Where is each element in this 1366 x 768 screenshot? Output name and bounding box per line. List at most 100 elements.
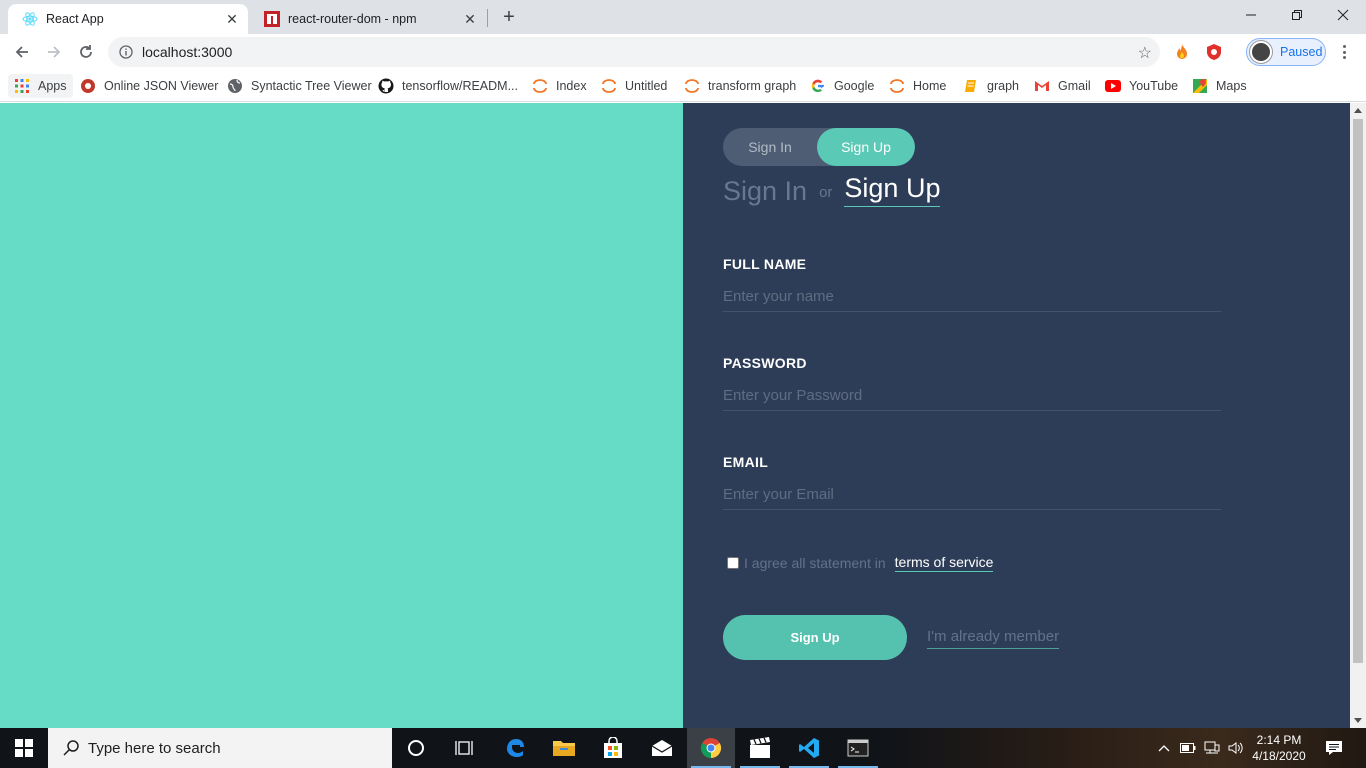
back-button[interactable] [10, 40, 34, 64]
reload-icon [80, 45, 92, 58]
battery-icon[interactable] [1180, 740, 1196, 756]
close-window-button[interactable] [1320, 0, 1366, 30]
heading-sign-up-link[interactable]: Sign Up [844, 173, 941, 207]
windows-logo-icon [15, 739, 33, 757]
password-field: PASSWORD [723, 355, 1221, 411]
new-tab-button[interactable]: + [496, 6, 522, 28]
tab-react-router-dom[interactable]: react-router-dom - npm ✕ [250, 4, 486, 34]
action-center-button[interactable] [1318, 728, 1350, 768]
bookmark-apps[interactable]: Apps [8, 74, 73, 98]
mail-app[interactable] [638, 728, 686, 768]
npm-icon [264, 11, 280, 27]
bookmark-label: Untitled [625, 79, 668, 93]
close-tab-icon[interactable]: ✕ [460, 9, 480, 29]
cortana-button[interactable] [392, 728, 440, 768]
chrome-app[interactable] [687, 728, 735, 768]
already-member-link[interactable]: I'm already member [927, 628, 1060, 649]
bookmark-gmail[interactable]: Gmail [1034, 74, 1091, 98]
notebook-icon [963, 78, 979, 94]
close-tab-icon[interactable]: ✕ [222, 9, 242, 29]
file-explorer-app[interactable] [540, 728, 588, 768]
cortana-icon [408, 740, 424, 756]
scrollbar-thumb[interactable] [1353, 119, 1363, 663]
heading-or: or [819, 184, 833, 201]
full-name-input[interactable] [723, 282, 1221, 312]
bookmark-star-icon[interactable]: ☆ [1138, 43, 1152, 63]
browser-toolbar: ☆ Paused [0, 34, 1366, 70]
bookmark-youtube[interactable]: YouTube [1105, 74, 1178, 98]
switch-sign-in-button[interactable]: Sign In [723, 128, 817, 166]
heading-sign-in-link[interactable]: Sign In [723, 176, 807, 207]
terminal-app[interactable] [834, 728, 882, 768]
bookmark-google[interactable]: Google [810, 74, 874, 98]
edge-app[interactable] [491, 728, 539, 768]
apps-grid-icon [14, 78, 30, 94]
jupyter-icon [889, 78, 905, 94]
bookmark-label: Google [834, 79, 875, 93]
clock-time: 2:14 PM [1256, 733, 1302, 747]
forward-button[interactable] [42, 40, 66, 64]
start-button[interactable] [0, 728, 48, 768]
full-name-label: FULL NAME [723, 256, 807, 272]
scroll-up-arrow-icon[interactable] [1354, 108, 1362, 113]
reload-button[interactable] [74, 40, 98, 64]
profile-button[interactable]: Paused [1246, 38, 1326, 66]
extension-flame-icon[interactable] [1173, 43, 1191, 61]
bookmark-label: transform graph [708, 79, 797, 93]
password-input[interactable] [723, 381, 1221, 411]
minimize-button[interactable] [1228, 0, 1274, 30]
bookmark-label: YouTube [1129, 79, 1179, 93]
sign-up-button[interactable]: Sign Up [723, 615, 907, 660]
bookmark-home[interactable]: Home [889, 74, 946, 98]
bookmark-maps[interactable]: Maps [1192, 74, 1247, 98]
bookmark-label: tensorflow/READM... [402, 79, 519, 93]
show-hidden-icons-chevron-icon[interactable] [1156, 740, 1172, 756]
chrome-icon [700, 738, 722, 759]
system-clock[interactable]: 2:14 PM 4/18/2020 [1244, 732, 1314, 764]
react-icon [22, 11, 38, 27]
terms-of-service-link[interactable]: terms of service [894, 554, 994, 572]
bookmark-online-json-viewer[interactable]: Online JSON Viewer [80, 74, 218, 98]
task-view-button[interactable] [440, 728, 488, 768]
vscode-app[interactable] [785, 728, 833, 768]
tab-react-app[interactable]: React App ✕ [8, 4, 248, 34]
page-scrollbar[interactable] [1350, 103, 1366, 728]
address-bar[interactable]: ☆ [108, 37, 1160, 67]
switch-sign-up-button[interactable]: Sign Up [817, 128, 915, 166]
url-input[interactable] [142, 44, 1042, 60]
agree-checkbox[interactable] [727, 557, 739, 569]
youtube-icon [1105, 78, 1121, 94]
bookmark-syntactic-tree-viewer[interactable]: Syntactic Tree Viewer [227, 74, 372, 98]
video-editor-app[interactable] [736, 728, 784, 768]
maps-icon [1192, 78, 1208, 94]
bookmark-untitled[interactable]: Untitled [601, 74, 667, 98]
forward-arrow-icon [48, 46, 61, 58]
bookmark-tensorflow-readme[interactable]: tensorflow/READM... [378, 74, 518, 98]
back-arrow-icon [15, 46, 28, 58]
taskbar-search-box[interactable]: Type here to search [48, 728, 392, 768]
network-icon[interactable] [1204, 740, 1220, 756]
store-app[interactable] [589, 728, 637, 768]
bookmark-graph[interactable]: graph [963, 74, 1019, 98]
search-icon [63, 740, 79, 756]
email-input[interactable] [723, 480, 1221, 510]
volume-icon[interactable] [1228, 740, 1244, 756]
tab-separator [487, 9, 488, 27]
bookmark-label: graph [987, 79, 1019, 93]
scroll-down-arrow-icon[interactable] [1354, 718, 1362, 723]
clapperboard-icon [750, 737, 770, 758]
edge-icon [507, 739, 524, 757]
bookmark-transform-graph[interactable]: transform graph [684, 74, 796, 98]
json-viewer-icon [80, 78, 96, 94]
bookmark-index[interactable]: Index [532, 74, 587, 98]
extension-shield-icon[interactable] [1205, 43, 1223, 61]
bookmark-label: Apps [38, 79, 67, 93]
info-icon[interactable] [118, 44, 134, 60]
page-content: Sign In Sign Up Sign In or Sign Up FULL … [0, 103, 1350, 728]
restore-button[interactable] [1274, 0, 1320, 30]
bookmark-label: Home [913, 79, 947, 93]
folder-icon [553, 741, 575, 756]
github-icon [378, 78, 394, 94]
form-heading: Sign In or Sign Up [723, 167, 941, 207]
browser-menu-icon[interactable] [1336, 43, 1352, 61]
